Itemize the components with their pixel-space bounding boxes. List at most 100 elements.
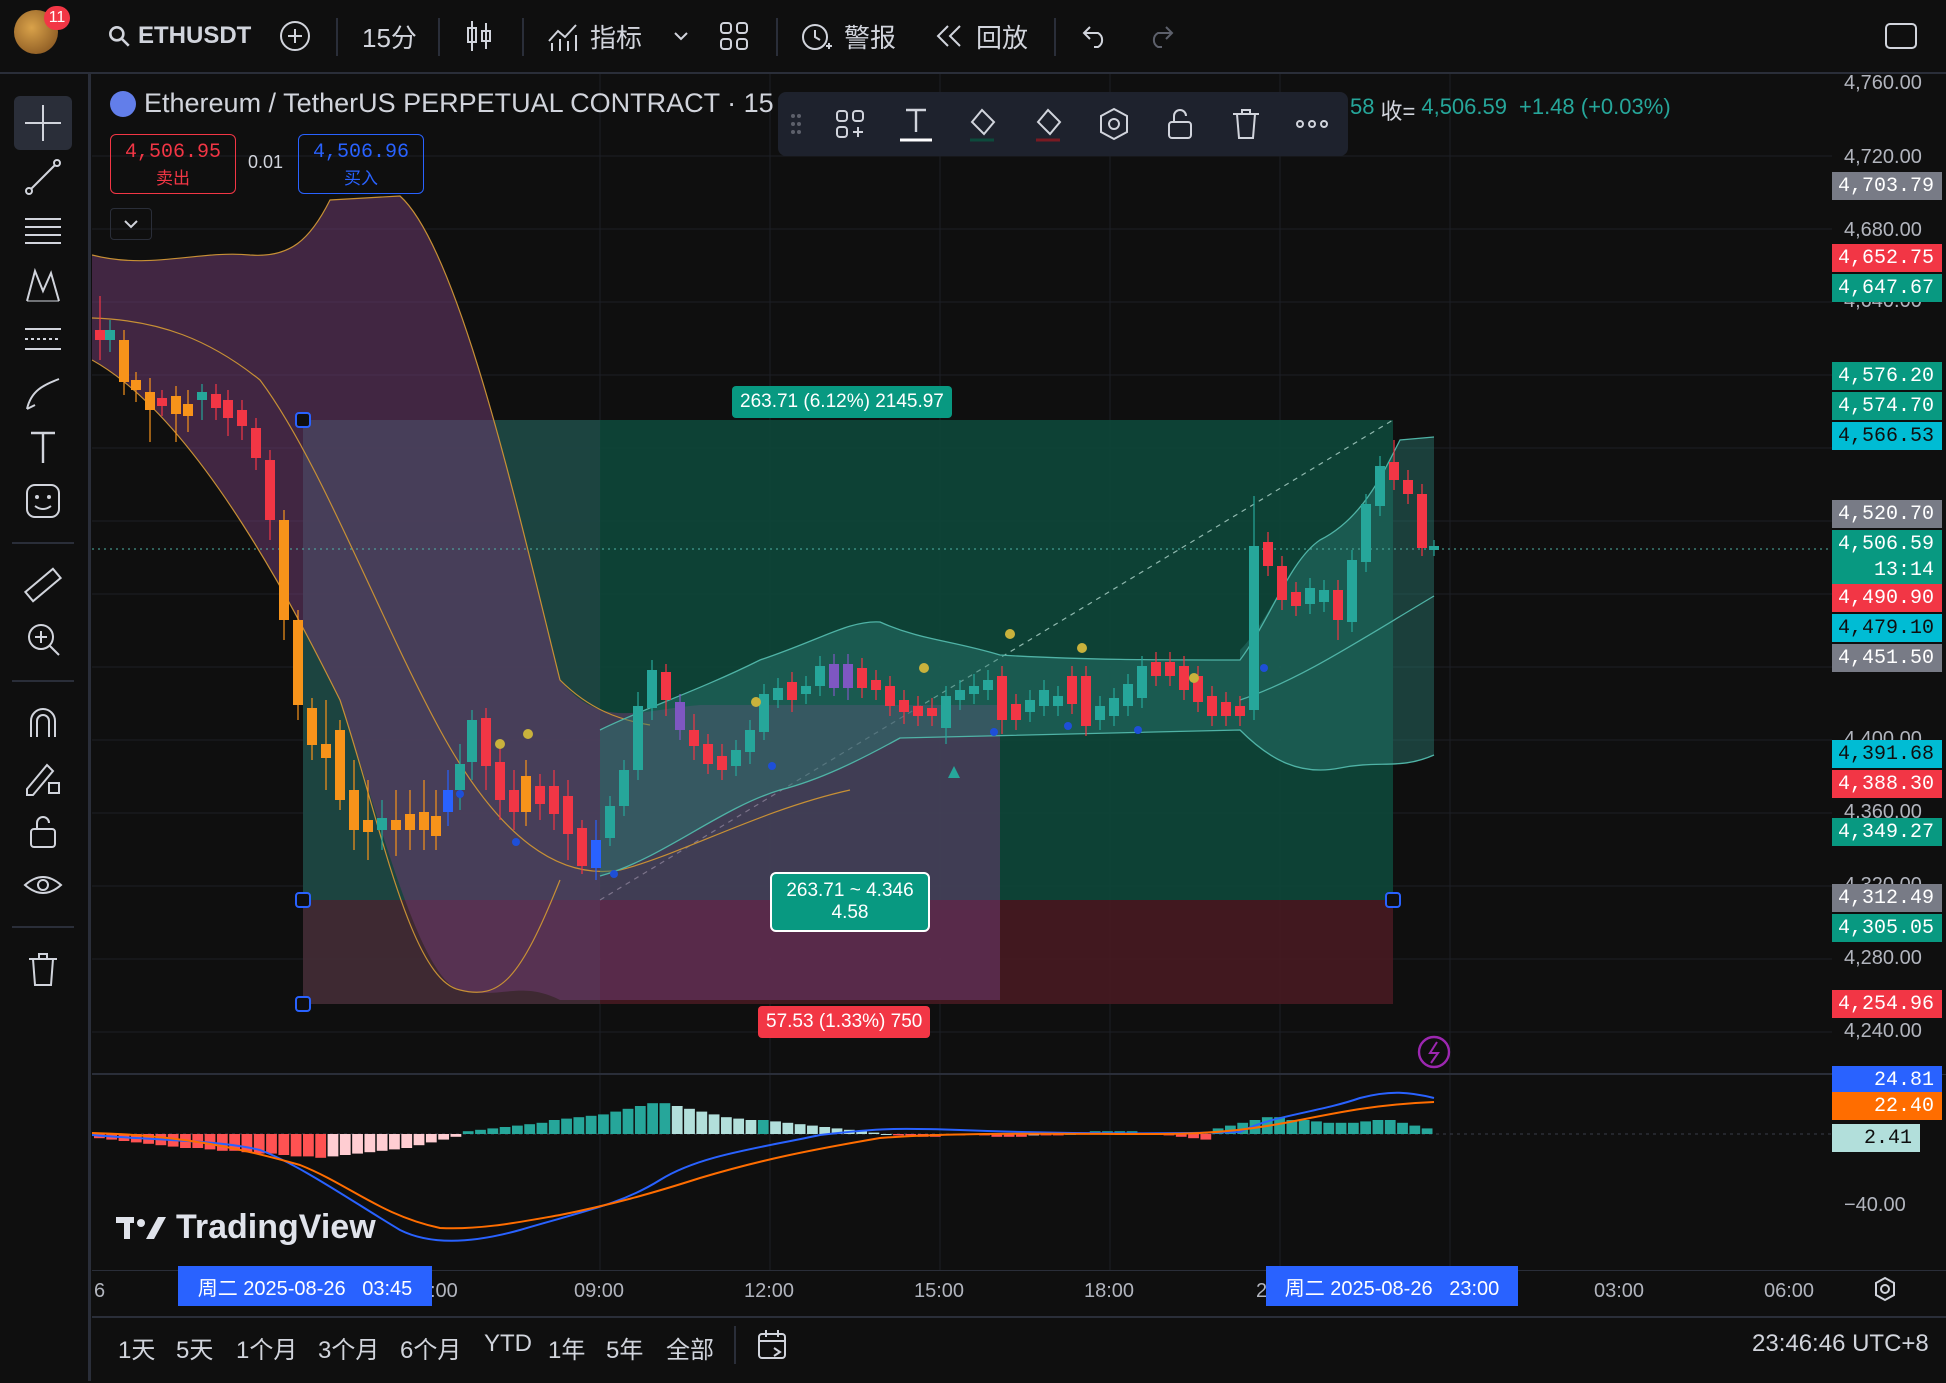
ohlc-readout: 58 收= 4,506.59 +1.48 (+0.03%) <box>1350 94 1671 126</box>
candle-body <box>1277 566 1287 600</box>
price-label: 4,574.70 <box>1832 392 1942 420</box>
symbol-title[interactable]: Ethereum / TetherUS PERPETUAL CONTRACT ·… <box>144 88 790 119</box>
candle-body <box>251 428 261 458</box>
macd-bar <box>708 1114 720 1134</box>
position-center-label[interactable]: 263.71 ~ 4.346 4.58 <box>770 872 930 932</box>
price-tick: 4,720.00 <box>1844 146 1922 168</box>
candle-body <box>1263 542 1273 566</box>
range-1m[interactable]: 1个月 <box>236 1330 297 1365</box>
candle-body <box>1235 706 1245 716</box>
more-button[interactable] <box>1290 102 1334 146</box>
close-value: 4,506.59 <box>1421 94 1507 119</box>
macd-bar <box>598 1114 609 1134</box>
range-3m[interactable]: 3个月 <box>318 1330 379 1365</box>
candle-body <box>1361 504 1371 562</box>
candle-body <box>815 666 825 686</box>
macd-bar <box>573 1117 585 1134</box>
macd-bar <box>401 1134 413 1148</box>
candle-body <box>773 688 783 700</box>
candle-body <box>787 682 797 700</box>
range-1d[interactable]: 1天 <box>118 1330 155 1365</box>
macd-bar <box>1397 1122 1408 1134</box>
buy-label: 买入 <box>344 169 378 188</box>
macd-bar <box>241 1134 253 1153</box>
range-1y[interactable]: 1年 <box>548 1330 585 1365</box>
candle-body <box>647 670 657 708</box>
macd-bar <box>720 1117 732 1134</box>
macd-bar <box>524 1124 536 1134</box>
price-label: 4,576.20 <box>1832 362 1942 390</box>
range-5d[interactable]: 5天 <box>176 1330 213 1365</box>
candle-body <box>1207 696 1217 716</box>
candle-body <box>661 672 671 700</box>
clock[interactable]: 23:46:46 UTC+8 <box>1752 1330 1929 1358</box>
price-label: 13:14 <box>1832 556 1942 584</box>
candle-body <box>363 820 373 832</box>
sell-price: 4,506.95 <box>124 141 221 164</box>
close-label: 收= <box>1380 99 1416 124</box>
macd-bar <box>561 1118 572 1134</box>
candle-body <box>1179 666 1189 690</box>
sell-button[interactable]: 4,506.95 卖出 <box>110 134 236 194</box>
candle-body <box>619 770 629 806</box>
candle-body <box>1333 590 1343 620</box>
macd-bar <box>1347 1122 1359 1134</box>
delete-button[interactable] <box>1224 102 1268 146</box>
candle-body <box>1305 588 1315 604</box>
macd-bar <box>893 1134 904 1136</box>
candle-body <box>633 706 643 770</box>
macd-bar <box>622 1108 634 1134</box>
lock-button[interactable] <box>1158 102 1202 146</box>
candle-body <box>211 394 221 408</box>
settings-button[interactable] <box>1092 102 1136 146</box>
macd-bar <box>634 1106 646 1134</box>
range-all[interactable]: 全部 <box>666 1330 714 1365</box>
candle-body <box>927 708 937 716</box>
grid-plus-icon <box>836 110 864 138</box>
range-ytd[interactable]: YTD <box>484 1330 532 1358</box>
macd-bar <box>696 1111 708 1134</box>
axis-settings-button[interactable] <box>1872 1276 1898 1307</box>
price-label: 4,652.75 <box>1832 244 1942 272</box>
candle-body <box>535 786 545 804</box>
macd-value-label: 22.40 <box>1832 1092 1942 1120</box>
unlock-icon <box>1168 109 1192 139</box>
watermark-text: TradingView <box>176 1208 376 1246</box>
legend-collapse-button[interactable] <box>110 208 152 240</box>
buy-button[interactable]: 4,506.96 买入 <box>298 134 424 194</box>
candle-body <box>1165 662 1175 676</box>
price-chart[interactable] <box>0 0 1946 1381</box>
price-tick: 4,760.00 <box>1844 72 1922 94</box>
candle-body <box>1067 676 1077 704</box>
macd-value-label: 24.81 <box>1832 1066 1942 1094</box>
range-5y[interactable]: 5年 <box>606 1330 643 1365</box>
macd-bar <box>438 1134 450 1140</box>
price-tick: 4,280.00 <box>1844 947 1922 969</box>
candle-body <box>1429 546 1439 550</box>
candle-body <box>605 806 615 838</box>
range-6m[interactable]: 6个月 <box>400 1330 461 1365</box>
macd-bar <box>536 1122 548 1134</box>
buy-price: 4,506.96 <box>312 141 409 164</box>
macd-bar <box>868 1132 880 1134</box>
goto-date-button[interactable] <box>756 1328 792 1367</box>
lightning-alert-icon[interactable] <box>1417 1035 1451 1069</box>
price-label: 4,566.53 <box>1832 422 1942 450</box>
macd-bar <box>770 1121 781 1134</box>
candle-body <box>171 396 181 414</box>
fill-color-button[interactable] <box>960 102 1004 146</box>
macd-bar <box>757 1120 769 1134</box>
drag-handle[interactable] <box>786 102 806 146</box>
template-button[interactable] <box>828 102 872 146</box>
macd-bar <box>290 1134 302 1157</box>
candle-body <box>731 750 741 766</box>
sell-label: 卖出 <box>156 169 190 188</box>
macd-bar <box>684 1108 695 1134</box>
price-tick: 4,240.00 <box>1844 1020 1922 1042</box>
stop-color-button[interactable] <box>1026 102 1070 146</box>
stop-label: 57.53 (1.33%) 750 <box>758 1006 931 1038</box>
candle-body <box>745 730 755 752</box>
macd-bar <box>462 1131 474 1134</box>
text-color-button[interactable] <box>894 102 938 146</box>
candle-body <box>307 708 317 745</box>
